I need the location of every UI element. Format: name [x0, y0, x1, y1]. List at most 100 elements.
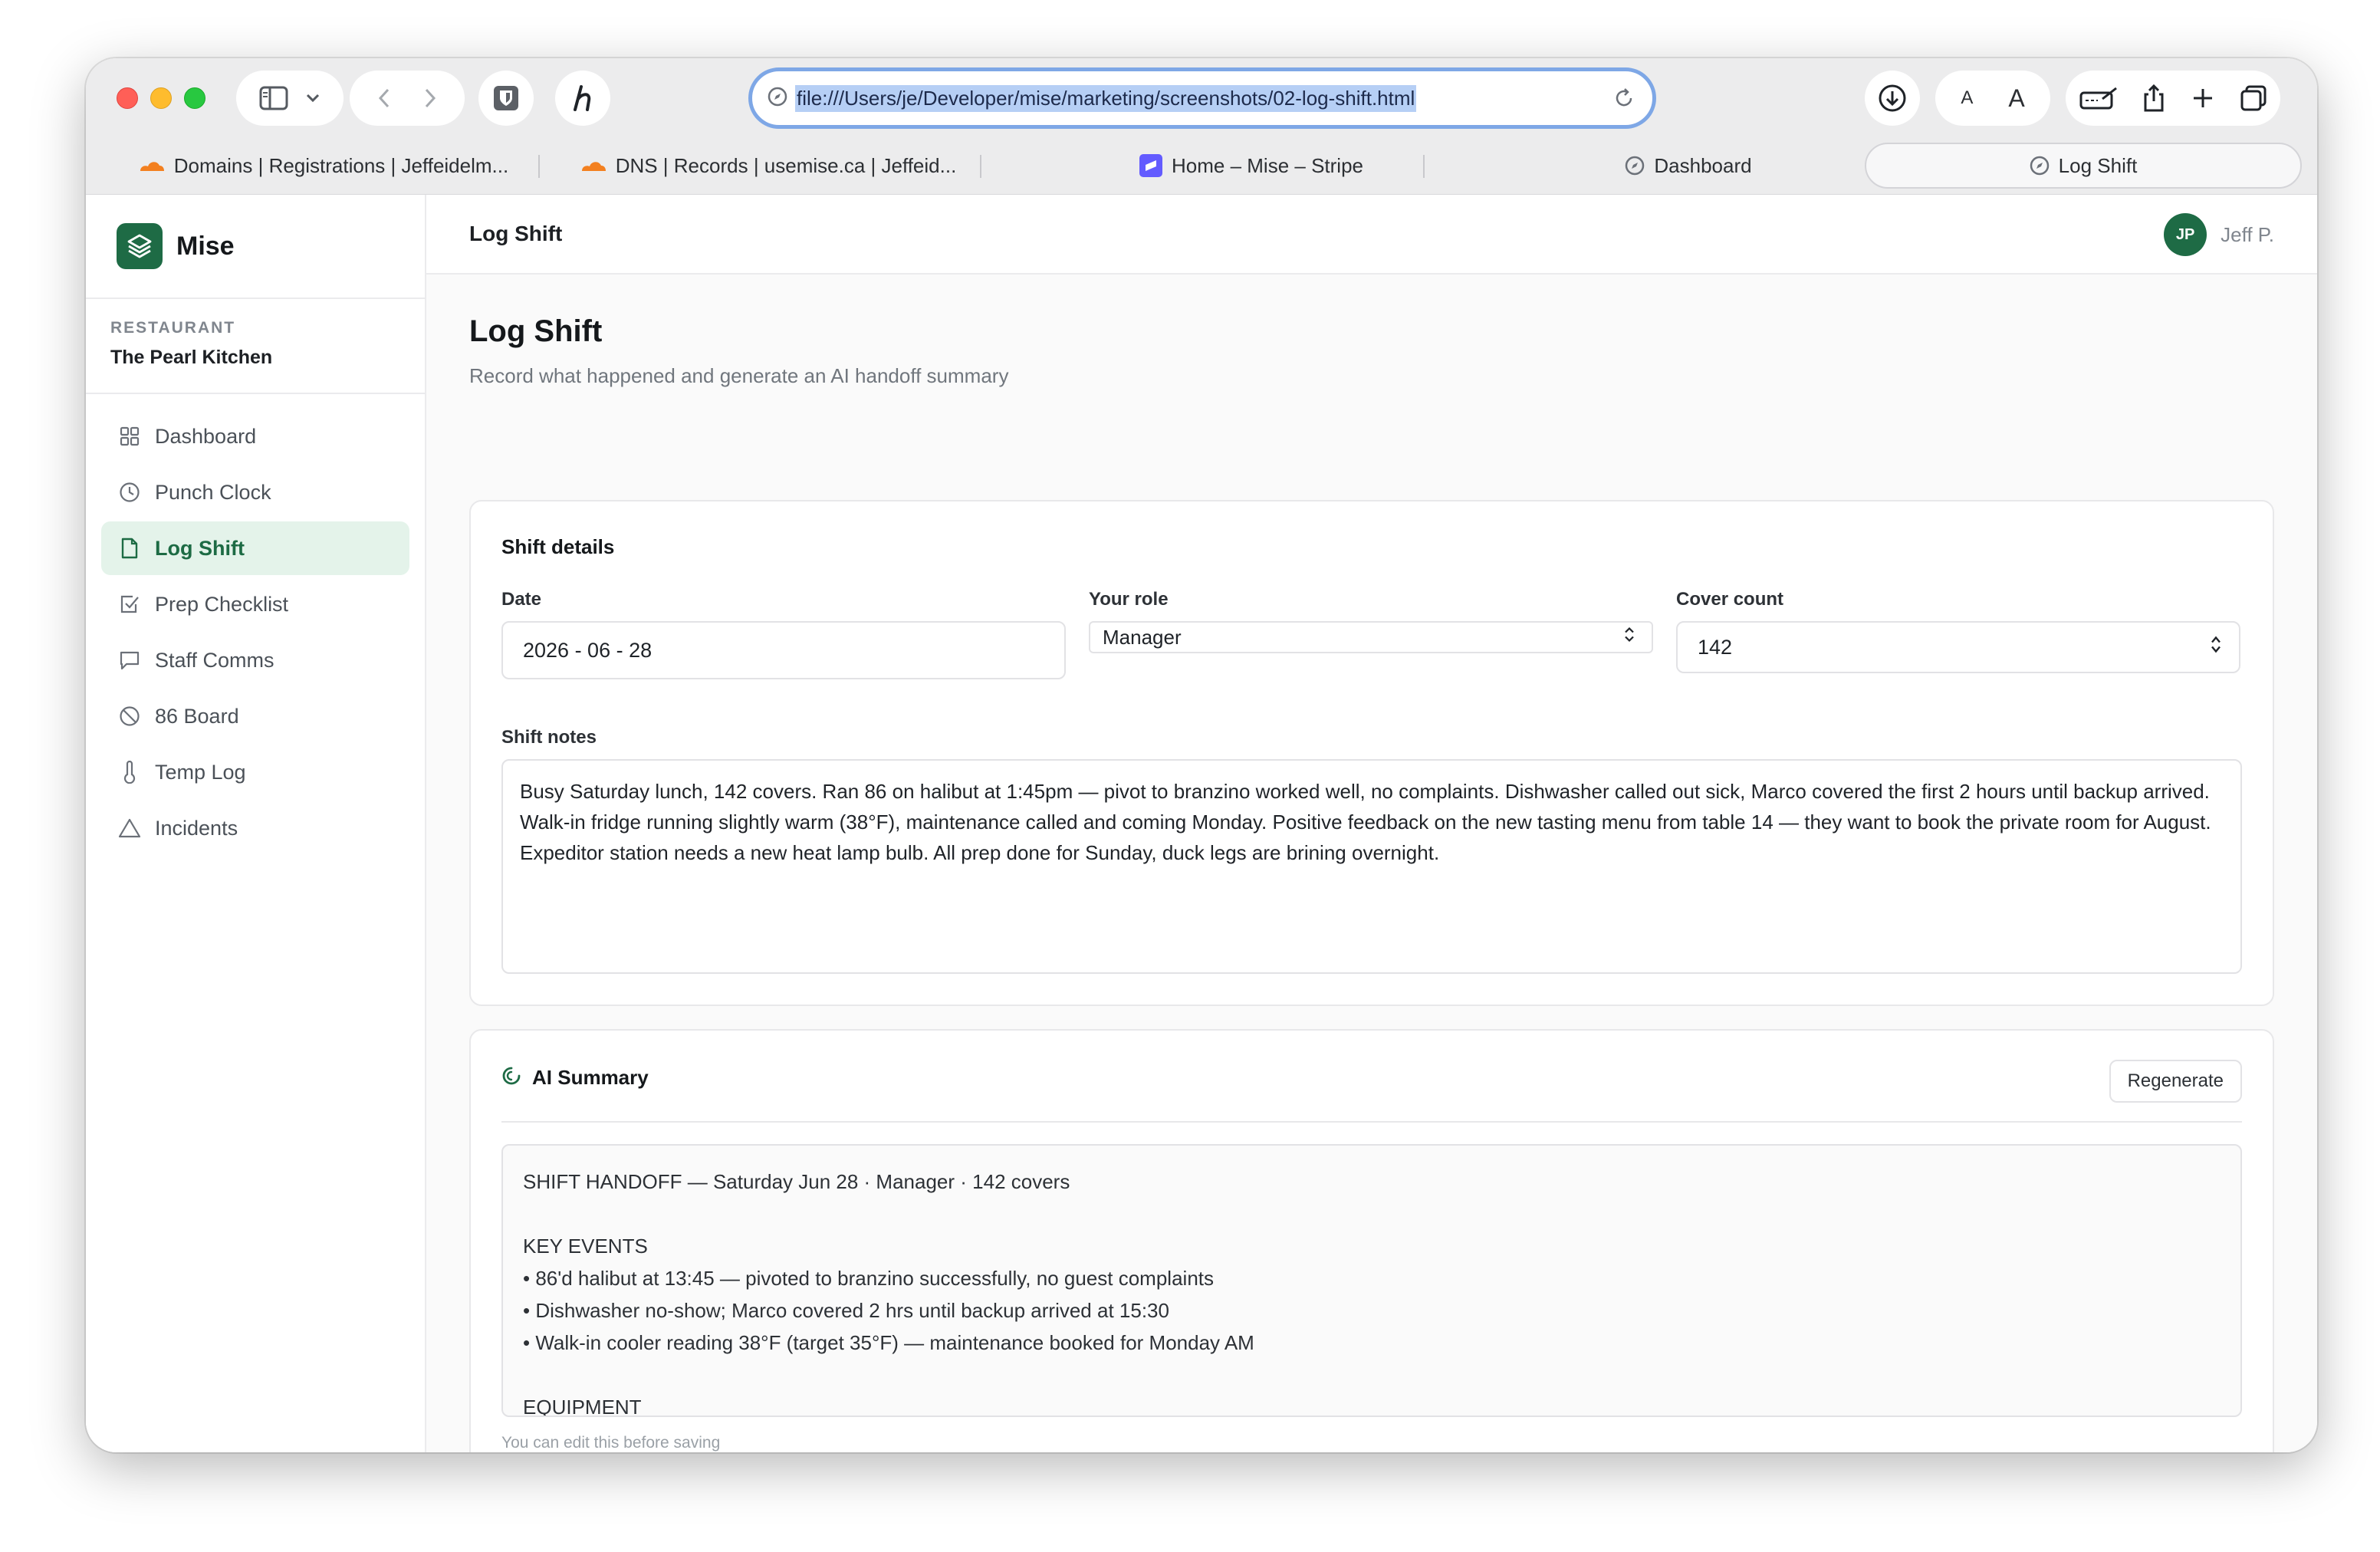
new-tab-icon[interactable]: [2191, 87, 2214, 110]
grid-icon: [118, 425, 141, 448]
download-icon: [1878, 84, 1907, 113]
browser-window: file:///Users/je/Developer/mise/marketin…: [86, 58, 2317, 1452]
tab-stripe[interactable]: Home – Mise – Stripe: [998, 143, 1504, 189]
up-down-chevron-icon: [1624, 626, 1635, 649]
tab-domains[interactable]: Domains | Registrations | Jeffeidelm...: [117, 143, 531, 189]
h-logo-icon: [569, 84, 597, 113]
date-label: Date: [501, 589, 542, 610]
forward-arrow-icon[interactable]: [424, 87, 436, 109]
user-menu[interactable]: JP Jeff P.: [2164, 213, 2274, 256]
share-icon[interactable]: [2142, 84, 2165, 113]
ban-icon: [118, 705, 141, 728]
shift-details-heading: Shift details: [501, 535, 615, 558]
toolbar-actions-group: [2066, 71, 2280, 126]
brand-name: Mise: [176, 231, 235, 261]
sidebar-item-label: Temp Log: [155, 760, 246, 784]
ai-summary-card: AI Summary Regenerate SHIFT HANDOFF — Sa…: [469, 1029, 2274, 1452]
clock-icon: [118, 481, 141, 504]
compass-icon: [1625, 156, 1645, 176]
sidebar-item-log-shift[interactable]: Log Shift: [101, 521, 409, 575]
tab-overview-icon[interactable]: [2240, 85, 2267, 111]
role-select-value: Manager: [1103, 625, 1182, 649]
covers-label: Cover count: [1676, 589, 1784, 610]
avatar[interactable]: JP: [2164, 213, 2207, 256]
sidebar-item-label: Prep Checklist: [155, 592, 289, 616]
sidebar-item-label: Punch Clock: [155, 480, 271, 504]
sidebar: Mise RESTAURANT The Pearl Kitchen Dashbo…: [86, 195, 426, 1452]
restaurant-name: The Pearl Kitchen: [110, 347, 273, 368]
compass-icon: [768, 87, 787, 110]
sidebar-nav: Dashboard Punch Clock Log Shift Prep Che…: [86, 394, 425, 873]
up-down-chevron-icon[interactable]: [2210, 634, 2222, 661]
url-text[interactable]: file:///Users/je/Developer/mise/marketin…: [795, 84, 1417, 112]
divider: [501, 1121, 2242, 1123]
ai-summary-heading: AI Summary: [532, 1066, 649, 1089]
tab-bar: Domains | Registrations | Jeffeidelm... …: [86, 138, 2317, 195]
decrease-text-size-button[interactable]: A: [1961, 87, 1973, 109]
shift-details-card: Shift details Date 2026 - 06 - 28 Your r…: [469, 500, 2274, 1006]
layers-logo-icon: [117, 223, 163, 269]
restaurant-label: RESTAURANT: [110, 319, 236, 337]
sidebar-item-label: Log Shift: [155, 536, 245, 560]
sidebar-item-label: 86 Board: [155, 704, 239, 728]
address-bar[interactable]: file:///Users/je/Developer/mise/marketin…: [748, 67, 1656, 129]
restaurant-info: RESTAURANT The Pearl Kitchen: [86, 299, 425, 394]
minimize-window-button[interactable]: [150, 87, 172, 109]
sidebar-icon[interactable]: [259, 86, 288, 110]
thermometer-icon: [118, 761, 141, 784]
cover-count-stepper[interactable]: 142: [1676, 621, 2240, 673]
browser-toolbar: file:///Users/je/Developer/mise/marketin…: [86, 58, 2317, 138]
tab-divider: [1423, 155, 1425, 178]
date-field[interactable]: 2026 - 06 - 28: [501, 621, 1066, 679]
sidebar-item-86-board[interactable]: 86 Board: [101, 689, 409, 743]
chevron-down-icon[interactable]: [305, 93, 321, 104]
tab-dns[interactable]: DNS | Records | usemise.ca | Jeffeid...: [546, 143, 991, 189]
cloudflare-icon: [139, 159, 165, 173]
tab-divider: [980, 155, 981, 178]
sidebar-item-dashboard[interactable]: Dashboard: [101, 409, 409, 463]
increase-text-size-button[interactable]: A: [2008, 84, 2024, 113]
notes-label: Shift notes: [501, 727, 597, 748]
sidebar-toggle-group: [236, 71, 344, 126]
role-label: Your role: [1089, 589, 1169, 610]
zoom-window-button[interactable]: [184, 87, 205, 109]
edit-hint: You can edit this before saving: [501, 1434, 721, 1452]
page-title: Log Shift: [469, 314, 603, 348]
compass-icon: [2030, 156, 2050, 176]
sidebar-item-staff-comms[interactable]: Staff Comms: [101, 633, 409, 687]
text-size-group: A A: [1935, 71, 2050, 126]
main-content: Log Shift Record what happened and gener…: [426, 275, 2317, 1452]
tab-log-shift[interactable]: Log Shift: [1865, 143, 2302, 189]
message-icon: [118, 649, 141, 672]
brand[interactable]: Mise: [86, 195, 425, 299]
shift-notes-textarea[interactable]: Busy Saturday lunch, 142 covers. Ran 86 …: [501, 759, 2242, 974]
spinner-icon: [501, 1066, 521, 1090]
extension-button[interactable]: [555, 71, 610, 126]
user-name: Jeff P.: [2221, 222, 2274, 246]
reload-icon[interactable]: [1612, 87, 1635, 110]
back-arrow-icon[interactable]: [378, 87, 390, 109]
document-icon: [118, 537, 141, 560]
history-nav-group: [350, 71, 465, 126]
bitwarden-extension-button[interactable]: [478, 71, 534, 126]
sidebar-item-temp-log[interactable]: Temp Log: [101, 745, 409, 799]
stripe-icon: [1139, 154, 1162, 177]
sidebar-item-label: Dashboard: [155, 424, 257, 448]
regenerate-button[interactable]: Regenerate: [2109, 1060, 2242, 1103]
sidebar-item-label: Staff Comms: [155, 648, 274, 672]
sidebar-item-prep-checklist[interactable]: Prep Checklist: [101, 577, 409, 631]
ai-summary-textarea[interactable]: SHIFT HANDOFF — Saturday Jun 28 · Manage…: [501, 1144, 2242, 1417]
app-viewport: Mise RESTAURANT The Pearl Kitchen Dashbo…: [86, 195, 2317, 1452]
warning-icon: [118, 817, 141, 840]
close-window-button[interactable]: [117, 87, 138, 109]
downloads-button[interactable]: [1865, 71, 1920, 126]
sidebar-item-punch-clock[interactable]: Punch Clock: [101, 465, 409, 519]
header-title: Log Shift: [469, 222, 563, 245]
sidebar-item-incidents[interactable]: Incidents: [101, 801, 409, 855]
highlighter-icon[interactable]: [2079, 85, 2119, 111]
role-select[interactable]: Manager: [1089, 621, 1653, 653]
tab-divider: [538, 155, 540, 178]
sidebar-item-label: Incidents: [155, 816, 238, 840]
cloudflare-icon: [580, 159, 607, 173]
page-subtitle: Record what happened and generate an AI …: [469, 364, 1009, 387]
